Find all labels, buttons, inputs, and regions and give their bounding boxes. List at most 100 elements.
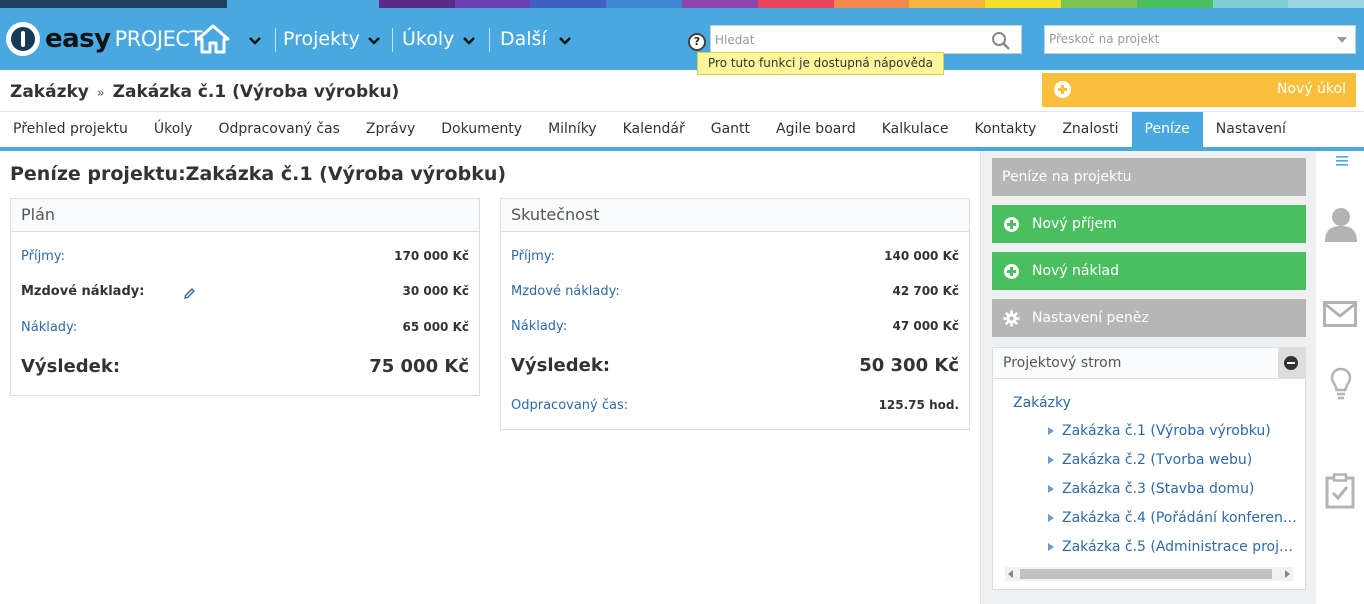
dropdown-caret-icon: [1337, 37, 1347, 43]
color-strip-segment: [682, 0, 758, 8]
project-tree-root[interactable]: Zakázky: [1013, 395, 1071, 411]
actual-time-label[interactable]: Odpracovaný čas:: [511, 398, 628, 413]
scroll-left-arrow-icon[interactable]: [1008, 570, 1013, 578]
plan-income-row: Příjmy: 170 000 Kč: [21, 249, 469, 269]
plan-wages-label: Mzdové náklady:: [21, 284, 145, 299]
color-strip-segment: [0, 0, 76, 8]
logo-easy-text: easy: [45, 24, 111, 54]
project-tree-item[interactable]: Zakázka č.4 (Pořádání konference): [1048, 510, 1300, 526]
tree-arrow-icon: [1048, 514, 1054, 522]
page-title: Peníze projektu:Zakázka č.1 (Výroba výro…: [10, 163, 507, 185]
color-strip-segment: [1060, 0, 1137, 8]
new-task-button[interactable]: Nový úkol: [1042, 73, 1356, 107]
home-icon[interactable]: [196, 24, 230, 54]
tab-item[interactable]: Milníky: [535, 112, 610, 147]
clipboard-check-icon[interactable]: [1325, 473, 1355, 509]
tab-item[interactable]: Kontakty: [961, 112, 1049, 147]
nav-separator: [392, 28, 393, 52]
nav-tasks[interactable]: Úkoly: [402, 28, 454, 50]
menu-icon[interactable]: [1336, 156, 1348, 166]
tab-item[interactable]: Gantt: [698, 112, 763, 147]
plan-result-value: 75 000 Kč: [369, 356, 469, 377]
tab-item[interactable]: Přehled projektu: [0, 112, 141, 147]
actual-costs-label[interactable]: Náklady:: [511, 319, 567, 334]
tab-item[interactable]: Úkoly: [141, 112, 206, 147]
plan-costs-row: Náklady: 65 000 Kč: [21, 320, 469, 340]
project-tree-header: Projektový strom: [993, 348, 1305, 379]
actual-time-row: Odpracovaný čas: 125.75 hod.: [511, 398, 959, 418]
home-chevron-down-icon[interactable]: [248, 36, 262, 46]
color-strip-segment: [985, 0, 1061, 8]
search-icon[interactable]: [991, 31, 1011, 51]
new-income-label: Nový příjem: [1032, 216, 1117, 232]
projects-chevron-down-icon[interactable]: [367, 36, 381, 46]
icon-rail: [1316, 151, 1364, 604]
help-tooltip: Pro tuto funkci je dostupná nápověda: [697, 52, 944, 75]
actual-income-value: 140 000 Kč: [884, 249, 959, 263]
breadcrumb-parent[interactable]: Zakázky: [10, 82, 89, 102]
color-strip-segment: [530, 0, 607, 8]
scroll-right-arrow-icon[interactable]: [1285, 570, 1290, 578]
scrollbar-thumb[interactable]: [1020, 569, 1272, 579]
project-tree-item[interactable]: Zakázka č.2 (Tvorba webu): [1048, 452, 1300, 468]
plus-icon: [1054, 81, 1071, 98]
nav-more[interactable]: Další: [500, 28, 547, 50]
mail-icon[interactable]: [1323, 301, 1357, 327]
tab-item[interactable]: Nastavení: [1203, 112, 1299, 147]
logo[interactable]: easy PROJECT: [6, 22, 202, 56]
actual-result-value: 50 300 Kč: [859, 355, 959, 376]
plus-icon: [1004, 264, 1019, 279]
tab-item[interactable]: Dokumenty: [428, 112, 535, 147]
tab-item[interactable]: Odpracovaný čas: [205, 112, 352, 147]
plan-panel: Plán Příjmy: 170 000 Kč Mzdové náklady: …: [10, 198, 480, 396]
actual-wages-label[interactable]: Mzdové náklady:: [511, 284, 620, 299]
project-tree-item[interactable]: Zakázka č.3 (Stavba domu): [1048, 481, 1300, 497]
collapse-minus-icon[interactable]: [1278, 348, 1305, 378]
lightbulb-icon[interactable]: [1330, 367, 1352, 401]
color-strip-segment: [757, 0, 834, 8]
jump-to-project-select[interactable]: Přeskoč na projekt: [1044, 25, 1356, 54]
breadcrumb-separator: »: [96, 86, 105, 101]
tab-item[interactable]: Agile board: [763, 112, 869, 147]
project-tabs: Přehled projektu Úkoly Odpracovaný čas Zprá…: [0, 112, 1299, 147]
tasks-chevron-down-icon[interactable]: [462, 36, 476, 46]
gear-icon: [1003, 310, 1020, 327]
tab-item[interactable]: Kalendář: [610, 112, 698, 147]
new-task-label: Nový úkol: [1277, 81, 1346, 97]
more-chevron-down-icon[interactable]: [558, 36, 572, 46]
plan-costs-value: 65 000 Kč: [402, 320, 469, 334]
nav-projects[interactable]: Projekty: [283, 28, 360, 50]
breadcrumb-current[interactable]: Zakázka č.1 (Výroba výrobku): [113, 82, 400, 102]
tab-item[interactable]: Peníze: [1131, 112, 1203, 147]
new-cost-button[interactable]: Nový náklad: [992, 252, 1306, 290]
tree-horizontal-scrollbar[interactable]: [1005, 567, 1293, 581]
color-strip-segment: [833, 0, 910, 8]
project-tree-item[interactable]: Zakázka č.5 (Administrace projektu): [1048, 539, 1300, 555]
new-income-button[interactable]: Nový příjem: [992, 205, 1306, 243]
actual-time-value: 125.75 hod.: [878, 398, 959, 412]
actual-panel: Skutečnost Příjmy: 140 000 Kč Mzdové nák…: [500, 198, 970, 430]
plan-income-label[interactable]: Příjmy:: [21, 249, 65, 264]
tab-item[interactable]: Znalosti: [1049, 112, 1131, 147]
plan-panel-title: Plán: [11, 199, 479, 232]
search-input[interactable]: [711, 26, 981, 53]
actual-income-label[interactable]: Příjmy:: [511, 249, 555, 264]
project-tree: Projektový strom Zakázky Zakázka č.1 (Vý…: [992, 347, 1306, 590]
new-cost-label: Nový náklad: [1032, 263, 1119, 279]
color-strip-segment: [227, 0, 304, 8]
color-strip-segment: [1212, 0, 1289, 8]
tab-item[interactable]: Zprávy: [353, 112, 428, 147]
color-strip-segment: [606, 0, 683, 8]
money-settings-button[interactable]: Nastavení peněz: [992, 299, 1306, 337]
help-icon[interactable]: ?: [688, 33, 706, 51]
tab-item[interactable]: Kalkulace: [869, 112, 962, 147]
actual-panel-title: Skutečnost: [501, 199, 969, 232]
plan-wages-value: 30 000 Kč: [402, 284, 469, 298]
edit-pencil-icon[interactable]: [183, 287, 196, 300]
project-tree-item[interactable]: Zakázka č.1 (Výroba výrobku): [1048, 423, 1300, 439]
color-strip-segment: [75, 0, 152, 8]
actual-result-row: Výsledek: 50 300 Kč: [511, 355, 959, 381]
user-icon[interactable]: [1324, 207, 1358, 243]
plan-costs-label[interactable]: Náklady:: [21, 320, 77, 335]
money-on-project-button[interactable]: Peníze na projektu: [992, 158, 1306, 196]
